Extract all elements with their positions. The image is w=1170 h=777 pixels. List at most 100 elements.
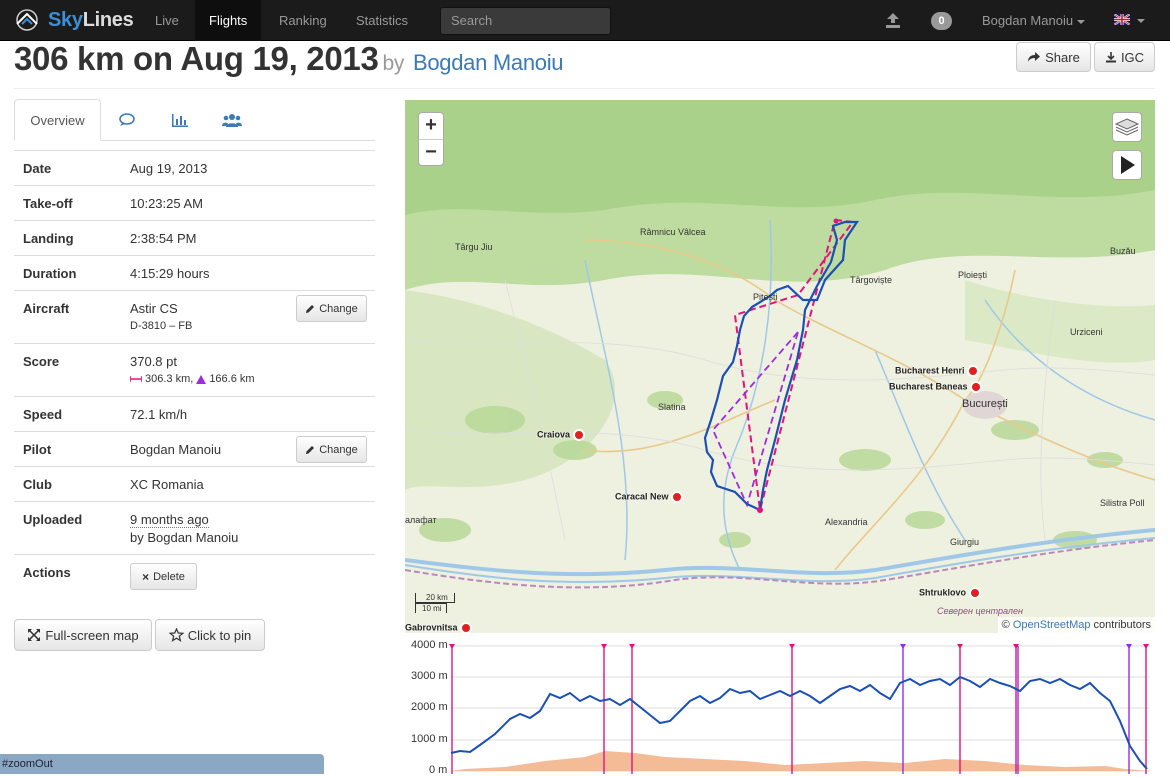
zoom-out-button[interactable]: − [419, 139, 443, 165]
igc-download-button[interactable]: IGC [1094, 42, 1155, 72]
aircraft-label: Aircraft [23, 301, 70, 316]
y-tick: 1000 m [411, 733, 448, 745]
fullscreen-map-button[interactable]: Full-screen map [14, 619, 152, 651]
download-icon [1105, 52, 1116, 63]
delete-button[interactable]: × Delete [130, 563, 197, 590]
free-distance-icon [130, 376, 142, 382]
speed-label: Speed [23, 407, 63, 422]
airport-label[interactable]: Gabrovnitsa [405, 622, 473, 633]
city-label: Ploiești [958, 270, 988, 280]
comments-icon [118, 113, 135, 126]
close-icon: × [142, 569, 150, 584]
pilot-link[interactable]: Bogdan Manoiu [130, 442, 221, 457]
score-label: Score [23, 354, 60, 369]
nav-flights[interactable]: Flights [195, 0, 262, 41]
map-attribution: © OpenStreetMap contributors [997, 617, 1155, 633]
zoom-in-button[interactable]: + [419, 113, 443, 139]
caret-down-icon [1137, 19, 1145, 23]
airport-label[interactable]: Bucharest Baneas [889, 381, 983, 393]
landing-label: Landing [23, 231, 74, 246]
row-duration: Duration 4:15:29 hours [14, 255, 375, 290]
play-button[interactable] [1112, 150, 1142, 180]
search-input[interactable]: Search [440, 7, 611, 35]
map-scale: 20 km 10 mi [415, 593, 455, 613]
duration-label: Duration [23, 266, 77, 281]
flight-info-table: Date Aug 19, 2013 Take-off 10:23:25 AM L… [14, 150, 375, 599]
city-label: București [962, 398, 1008, 410]
language-menu[interactable] [1114, 0, 1145, 41]
chart-icon [171, 113, 188, 127]
scale-km: 20 km [415, 593, 455, 603]
delete-label: Delete [153, 570, 185, 583]
fullscreen-label: Full-screen map [45, 627, 139, 643]
city-label: Giurgiu [950, 537, 980, 547]
city-label: Râmnicu Vâlcea [640, 227, 706, 237]
date-value: Aug 19, 2013 [130, 161, 208, 176]
skylines-logo-icon [16, 9, 38, 31]
airport-label[interactable]: Shtruklovo [919, 587, 981, 599]
airport-label[interactable]: Craiova [537, 429, 585, 441]
barogram[interactable]: 4000 m 3000 m 2000 m 1000 m 0 m [405, 639, 1155, 776]
notifications-badge[interactable]: 0 [931, 12, 952, 30]
city-label: Silistra Poll [1100, 498, 1145, 508]
aircraft-registration: D-3810 – FB [130, 320, 193, 332]
club-label: Club [23, 477, 52, 492]
triangle-icon [196, 374, 207, 384]
airport-icon [970, 381, 983, 393]
tab-comments[interactable] [105, 99, 150, 141]
free-distance-value: 306.3 km, [145, 373, 194, 385]
osm-link[interactable]: OpenStreetMap [1013, 619, 1091, 631]
row-takeoff: Take-off 10:23:25 AM [14, 185, 375, 220]
takeoff-value: 10:23:25 AM [130, 196, 203, 211]
row-landing: Landing 2:38:54 PM [14, 220, 375, 255]
pin-label: Click to pin [187, 627, 252, 643]
fullscreen-icon [28, 629, 41, 641]
club-link[interactable]: XC Romania [130, 477, 204, 492]
change-label: Change [319, 302, 358, 315]
city-label: Târgu Jiu [455, 242, 493, 252]
pin-button[interactable]: Click to pin [155, 619, 265, 651]
speed-value: 72.1 km/h [130, 407, 188, 422]
row-speed: Speed 72.1 km/h [14, 396, 375, 431]
city-label: Buzău [1110, 246, 1136, 256]
duration-value: 4:15:29 hours [130, 266, 210, 281]
tab-charts[interactable] [157, 99, 202, 141]
navbar: SkyLines Live Flights Ranking Statistics… [0, 0, 1170, 41]
row-club: Club XC Romania [14, 466, 375, 501]
nav-live[interactable]: Live [141, 0, 193, 41]
user-menu[interactable]: Bogdan Manoiu [982, 0, 1086, 41]
row-uploaded: Uploaded 9 months ago by Bogdan Manoiu [14, 501, 375, 554]
airport-label[interactable]: Bucharest Henri [895, 365, 980, 377]
uploaded-label: Uploaded [23, 512, 83, 527]
airport-icon [967, 365, 980, 377]
layers-icon [1114, 118, 1140, 136]
upload-icon[interactable] [884, 11, 902, 29]
city-label: Alexandria [825, 517, 868, 527]
tab-pilots[interactable] [209, 99, 254, 141]
users-icon [221, 113, 242, 127]
uk-flag-icon [1114, 14, 1130, 25]
date-label: Date [23, 161, 52, 176]
pencil-icon [306, 445, 315, 454]
caret-down-icon [1077, 19, 1086, 24]
nav-ranking[interactable]: Ranking [265, 0, 341, 41]
nav-statistics[interactable]: Statistics [342, 0, 422, 41]
airport-icon [460, 622, 473, 633]
change-pilot-button[interactable]: Change [296, 436, 367, 463]
share-label: Share [1045, 49, 1080, 65]
city-label: Urziceni [1070, 327, 1103, 337]
tab-overview[interactable]: Overview [14, 99, 101, 141]
flight-map[interactable]: Târgu Jiu Râmnicu Vâlcea Buzău Ploiești … [405, 100, 1155, 633]
brand[interactable]: SkyLines [14, 6, 134, 34]
play-icon [1121, 156, 1135, 174]
uploaded-by: by Bogdan Manoiu [130, 530, 239, 545]
airport-label[interactable]: Caracal New [615, 491, 684, 503]
change-aircraft-button[interactable]: Change [296, 295, 367, 322]
author-link[interactable]: Bogdan Manoiu [413, 50, 564, 75]
city-label: Slatina [658, 402, 686, 412]
tab-overview-label: Overview [30, 112, 85, 128]
pencil-icon [306, 304, 315, 313]
share-button[interactable]: Share [1016, 42, 1091, 72]
layers-button[interactable] [1112, 112, 1142, 142]
star-icon [168, 628, 184, 642]
